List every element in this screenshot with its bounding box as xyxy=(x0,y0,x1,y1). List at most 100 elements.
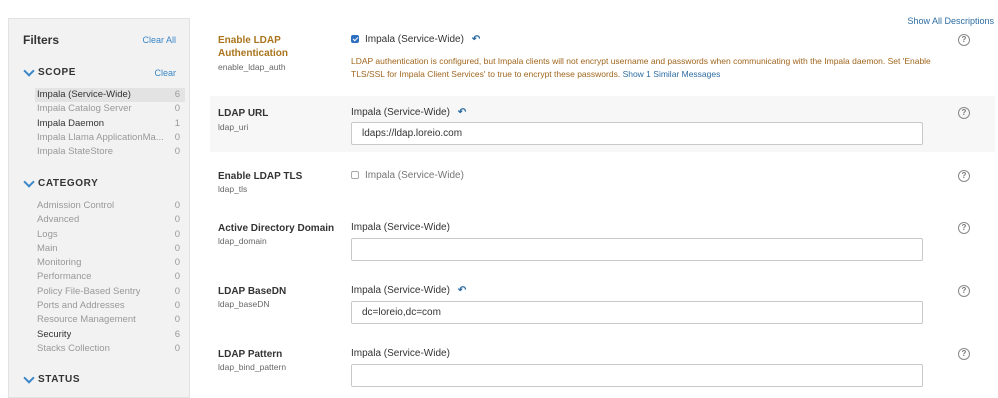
scope-label: Impala (Service-Wide) ↶ xyxy=(351,285,466,296)
setting-row-enable-ldap-auth: Enable LDAP Authentication enable_ldap_a… xyxy=(210,26,995,94)
facet-label: Security xyxy=(37,328,72,340)
facet-count: 0 xyxy=(174,228,180,240)
facet-label: Impala Daemon xyxy=(37,117,105,129)
category-item-policy-file-based-sentry[interactable]: Policy File-Based Sentry 0 xyxy=(35,285,185,299)
setting-key: ldap_tls xyxy=(218,184,248,194)
facet-count: 0 xyxy=(174,103,180,115)
setting-row-ldap-url: LDAP URL ldap_uri Impala (Service-Wide) ↶… xyxy=(210,96,995,152)
facet-label: Monitoring xyxy=(37,257,82,269)
scope-text: Impala (Service-Wide) xyxy=(365,34,464,45)
scope-label: Impala (Service-Wide) ↶ xyxy=(351,34,480,45)
facet-label: Impala (Service-Wide) xyxy=(37,89,131,100)
facet-label: Impala Catalog Server xyxy=(37,103,132,115)
chevron-down-icon xyxy=(23,176,35,189)
facet-count: 0 xyxy=(174,131,180,143)
facet-count: 0 xyxy=(174,271,180,283)
facet-count: 0 xyxy=(174,146,180,158)
setting-row-ldap-basedn: LDAP BaseDN ldap_baseDN Impala (Service-… xyxy=(210,275,995,329)
scope-item-impala-llama[interactable]: Impala Llama ApplicationMa... 0 xyxy=(35,131,185,145)
help-icon[interactable]: ? xyxy=(958,222,970,234)
scope-label: Impala (Service-Wide) xyxy=(351,170,464,181)
scope-list: Impala (Service-Wide) 6 Impala Catalog S… xyxy=(35,88,185,159)
scope-label: Impala (Service-Wide) xyxy=(351,222,450,233)
help-icon[interactable]: ? xyxy=(958,107,970,119)
facet-label: Policy File-Based Sentry xyxy=(37,285,141,297)
undo-icon[interactable]: ↶ xyxy=(458,285,466,296)
category-item-performance[interactable]: Performance 0 xyxy=(35,270,185,284)
facet-count: 1 xyxy=(174,117,180,129)
undo-icon[interactable]: ↶ xyxy=(472,34,480,45)
category-item-advanced[interactable]: Advanced 0 xyxy=(35,213,185,227)
facet-label: Stacks Collection xyxy=(37,342,110,354)
scope-text: Impala (Service-Wide) xyxy=(351,348,450,359)
filters-title: Filters xyxy=(23,33,60,47)
clear-all-link[interactable]: Clear All xyxy=(142,35,176,45)
scope-section-toggle[interactable]: SCOPE xyxy=(23,65,77,78)
facet-count: 0 xyxy=(174,214,180,226)
scope-text: Impala (Service-Wide) xyxy=(365,170,464,181)
facet-count: 0 xyxy=(174,285,180,297)
setting-key: enable_ldap_auth xyxy=(218,62,286,72)
facet-label: Resource Management xyxy=(37,314,136,326)
category-item-ports-and-addresses[interactable]: Ports and Addresses 0 xyxy=(35,299,185,313)
category-item-admission-control[interactable]: Admission Control 0 xyxy=(35,199,185,213)
facet-count: 0 xyxy=(174,242,180,254)
category-item-main[interactable]: Main 0 xyxy=(35,242,185,256)
scope-text: Impala (Service-Wide) xyxy=(351,222,450,233)
category-item-logs[interactable]: Logs 0 xyxy=(35,228,185,242)
setting-name: Enable LDAP Authentication xyxy=(218,35,288,59)
show-similar-messages-link[interactable]: Show 1 Similar Messages xyxy=(623,69,721,79)
show-all-descriptions-link[interactable]: Show All Descriptions xyxy=(907,16,994,26)
facet-count: 6 xyxy=(174,328,180,340)
enable-ldap-auth-checkbox[interactable] xyxy=(351,35,359,43)
scope-label: Impala (Service-Wide) xyxy=(351,348,450,359)
setting-name: LDAP BaseDN xyxy=(218,286,287,297)
help-icon[interactable]: ? xyxy=(958,170,970,182)
help-icon[interactable]: ? xyxy=(958,285,970,297)
active-directory-domain-input[interactable] xyxy=(351,238,923,261)
facet-label: Performance xyxy=(37,271,92,283)
scope-item-impala-statestore[interactable]: Impala StateStore 0 xyxy=(35,145,185,159)
scope-item-impala-daemon[interactable]: Impala Daemon 1 xyxy=(35,117,185,131)
setting-name: LDAP Pattern xyxy=(218,349,283,360)
facet-label: Ports and Addresses xyxy=(37,300,125,312)
help-icon[interactable]: ? xyxy=(958,34,970,46)
setting-row-enable-ldap-tls: Enable LDAP TLS ldap_tls Impala (Service… xyxy=(210,160,995,206)
scope-item-impala-catalog-server[interactable]: Impala Catalog Server 0 xyxy=(35,102,185,116)
setting-row-active-directory-domain: Active Directory Domain ldap_domain Impa… xyxy=(210,212,995,266)
category-heading: CATEGORY xyxy=(38,178,99,189)
enable-ldap-tls-checkbox[interactable] xyxy=(351,171,359,179)
scope-clear-link[interactable]: Clear xyxy=(154,68,176,78)
facet-label: Advanced xyxy=(37,214,80,226)
scope-heading: SCOPE xyxy=(38,67,77,78)
warning-message: LDAP authentication is configured, but I… xyxy=(351,55,951,80)
scope-item-impala-service-wide[interactable]: Impala (Service-Wide) 6 xyxy=(35,88,185,103)
category-item-stacks-collection[interactable]: Stacks Collection 0 xyxy=(35,342,185,356)
ldap-basedn-input[interactable]: dc=loreio,dc=com xyxy=(351,301,923,324)
status-section-toggle[interactable]: STATUS xyxy=(23,372,80,385)
setting-key: ldap_domain xyxy=(218,236,267,246)
filters-panel: Filters Clear All SCOPE Clear Impala (Se… xyxy=(8,18,190,398)
ldap-url-input[interactable]: ldaps://ldap.loreio.com xyxy=(351,122,923,145)
ldap-pattern-input[interactable] xyxy=(351,364,923,387)
facet-label: Logs xyxy=(37,228,58,240)
undo-icon[interactable]: ↶ xyxy=(458,107,466,118)
setting-key: ldap_baseDN xyxy=(218,299,270,309)
setting-key: ldap_uri xyxy=(218,122,249,132)
facet-count: 0 xyxy=(174,300,180,312)
facet-label: Impala Llama ApplicationMa... xyxy=(37,131,164,143)
scope-label: Impala (Service-Wide) ↶ xyxy=(351,107,466,118)
setting-key: ldap_bind_pattern xyxy=(218,362,287,372)
facet-label: Admission Control xyxy=(37,200,115,211)
help-icon[interactable]: ? xyxy=(958,348,970,360)
facet-count: 0 xyxy=(174,342,180,354)
facet-count: 0 xyxy=(174,200,180,211)
setting-row-ldap-pattern: LDAP Pattern ldap_bind_pattern Impala (S… xyxy=(210,338,995,392)
category-item-security[interactable]: Security 6 xyxy=(35,328,185,342)
facet-label: Main xyxy=(37,242,58,254)
category-section-toggle[interactable]: CATEGORY xyxy=(23,176,99,189)
setting-name: Enable LDAP TLS xyxy=(218,171,303,182)
category-item-resource-management[interactable]: Resource Management 0 xyxy=(35,313,185,327)
category-list: Admission Control 0 Advanced 0 Logs 0 Ma… xyxy=(35,199,185,356)
category-item-monitoring[interactable]: Monitoring 0 xyxy=(35,256,185,270)
